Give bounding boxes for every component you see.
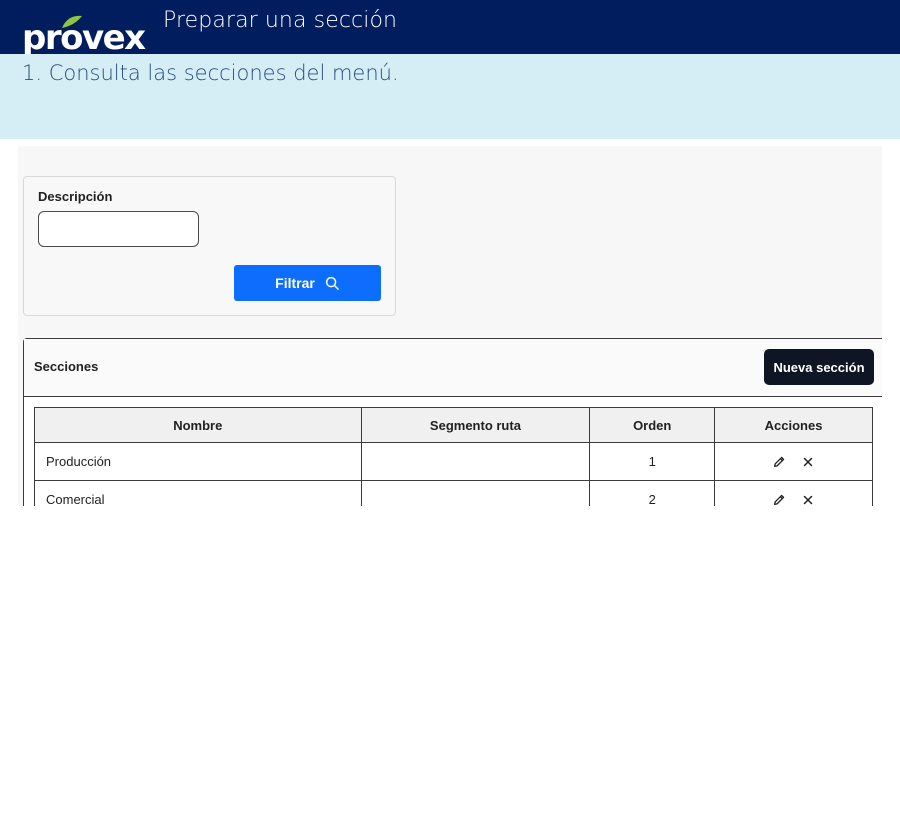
cell-orden: 1 (589, 442, 716, 481)
sections-table: Nombre Segmento ruta Orden Acciones Prod… (34, 407, 873, 506)
column-header-nombre[interactable]: Nombre (34, 407, 362, 443)
column-header-orden[interactable]: Orden (589, 407, 716, 443)
close-icon[interactable] (801, 455, 815, 469)
new-section-button[interactable]: Nueva sección (764, 349, 874, 385)
description-label: Descripción (38, 189, 113, 204)
cell-segmento-ruta (360, 442, 591, 481)
table-header-row: Nombre Segmento ruta Orden Acciones (34, 407, 873, 443)
table-row: Comercial 2 (34, 480, 873, 506)
provex-logo: provex (22, 15, 152, 58)
cell-nombre: Comercial (34, 480, 362, 506)
column-header-segmento-ruta[interactable]: Segmento ruta (360, 407, 591, 443)
step-instruction-band: 1. Consulta las secciones del menú. (0, 54, 900, 139)
step-instruction: 1. Consulta las secciones del menú. (22, 61, 399, 85)
pencil-icon[interactable] (772, 455, 786, 469)
cell-acciones (714, 480, 873, 506)
sections-panel: Secciones Nueva sección Nombre Segmento … (23, 338, 882, 506)
cell-segmento-ruta (360, 480, 591, 506)
cell-orden: 2 (589, 480, 716, 506)
pencil-icon[interactable] (772, 493, 786, 506)
sections-header: Secciones Nueva sección (24, 339, 882, 397)
app-screenshot: Descripción Filtrar Secciones Nueva secc… (18, 146, 882, 506)
logo-text: provex (22, 18, 146, 58)
description-input[interactable] (38, 211, 199, 247)
filter-button-label: Filtrar (275, 275, 315, 291)
top-bar: provex Preparar una sección (0, 0, 900, 58)
sections-title: Secciones (34, 359, 99, 374)
filter-panel: Descripción Filtrar (23, 176, 396, 316)
close-icon[interactable] (801, 493, 815, 506)
table-row: Producción 1 (34, 442, 873, 481)
cell-acciones (714, 442, 873, 481)
filter-button[interactable]: Filtrar (234, 265, 381, 301)
cell-nombre: Producción (34, 442, 362, 481)
page-title: Preparar una sección (163, 8, 398, 33)
column-header-acciones: Acciones (714, 407, 873, 443)
search-icon (325, 276, 339, 290)
